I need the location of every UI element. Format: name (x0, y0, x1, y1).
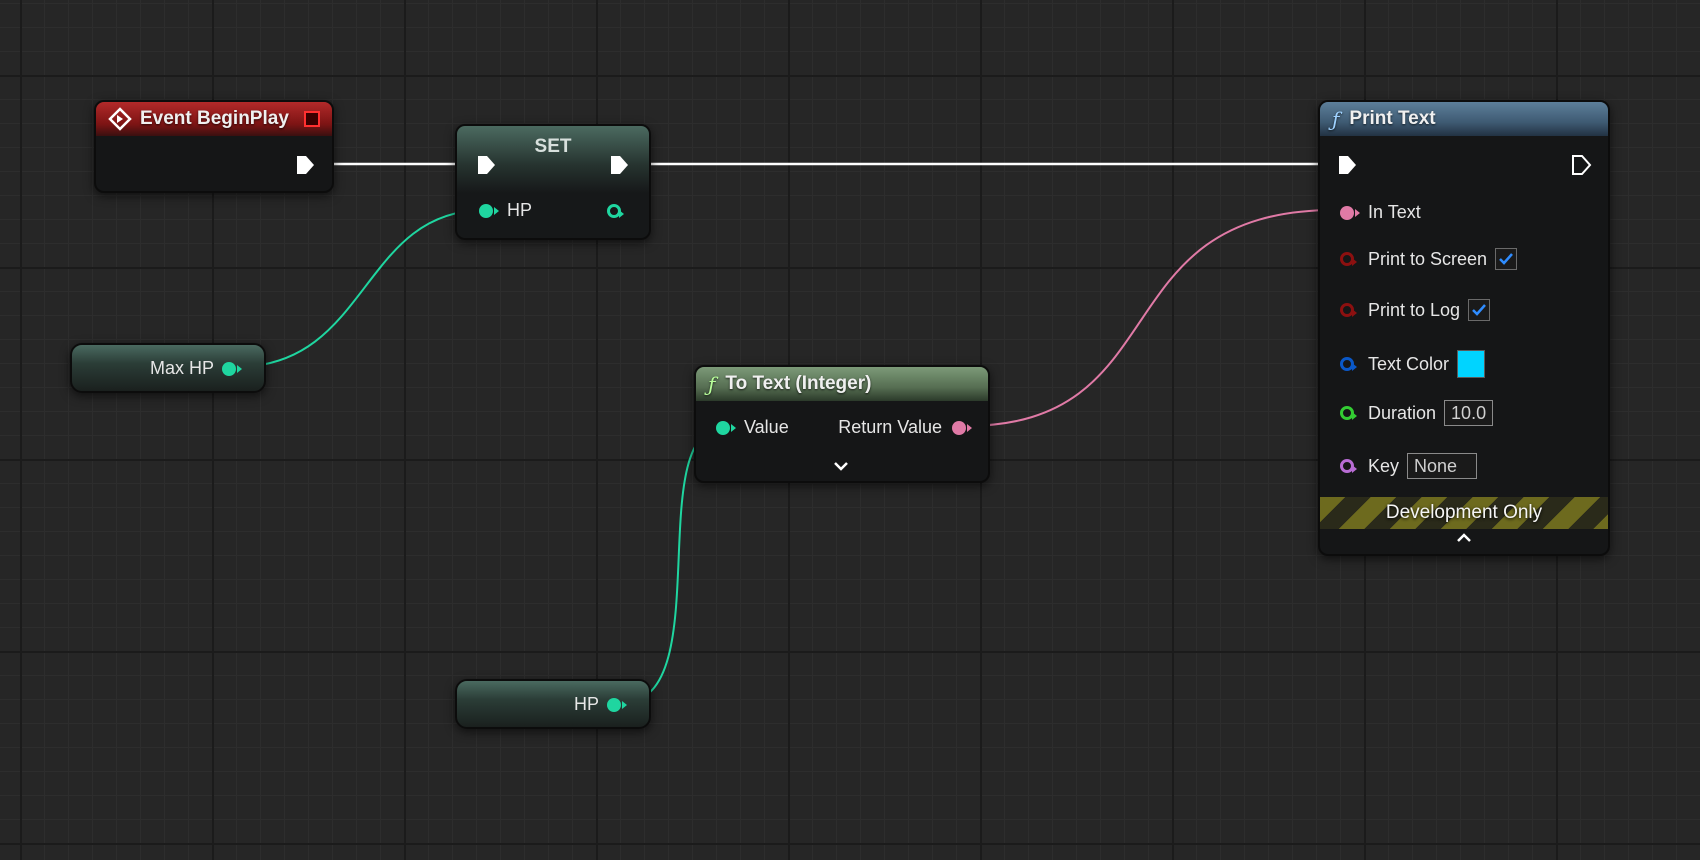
event-beginplay-header[interactable]: Event BeginPlay (96, 102, 332, 136)
to-text-header[interactable]: ƒ To Text (Integer) (696, 367, 988, 401)
key-pin[interactable] (1340, 459, 1357, 473)
function-icon: ƒ (708, 372, 716, 396)
text-color-swatch[interactable] (1457, 350, 1486, 378)
chevron-down-icon[interactable] (832, 460, 850, 472)
hp-getter-node[interactable]: HP (455, 679, 651, 729)
max-hp-getter-node[interactable]: Max HP (70, 343, 266, 393)
to-text-return-label: Return Value (838, 417, 942, 437)
set-hp-out-pin[interactable] (607, 204, 624, 218)
duration-input[interactable]: 10.0 (1444, 400, 1494, 426)
max-hp-label: Max HP (149, 358, 214, 378)
key-label: Key (1368, 455, 1400, 476)
function-icon: ƒ (1332, 107, 1340, 131)
checkmark-icon (1499, 253, 1513, 265)
duration-label: Duration (1368, 402, 1437, 423)
int-wire-maxhp-set (235, 209, 486, 368)
max-hp-out-pin[interactable] (222, 361, 242, 376)
print-to-log-label: Print to Log (1368, 299, 1461, 320)
text-color-label: Text Color (1368, 353, 1450, 374)
checkmark-icon (1472, 304, 1486, 316)
to-text-integer-node[interactable]: ƒ To Text (Integer) Value Return Value (694, 365, 990, 483)
print-to-screen-pin[interactable] (1340, 252, 1357, 266)
set-hp-label: HP (507, 200, 533, 220)
text-wire-totext-print (964, 209, 1336, 427)
key-input[interactable]: None (1407, 453, 1478, 479)
event-beginplay-title: Event BeginPlay (140, 108, 289, 129)
development-only-banner: Development Only (1320, 497, 1608, 529)
print-in-text-pin[interactable] (1340, 205, 1360, 220)
hp-getter-label: HP (573, 694, 599, 714)
print-to-log-checkbox[interactable] (1468, 299, 1491, 321)
hp-getter-out-pin[interactable] (607, 697, 627, 712)
event-icon (108, 107, 132, 131)
print-text-header[interactable]: ƒ Print Text (1320, 102, 1608, 136)
to-text-value-label: Value (744, 417, 789, 437)
exec-out-pin[interactable] (294, 154, 316, 176)
print-exec-out-pin[interactable] (1570, 154, 1592, 176)
print-exec-in-pin[interactable] (1336, 154, 1358, 176)
print-text-title: Print Text (1349, 108, 1436, 129)
print-to-screen-checkbox[interactable] (1495, 248, 1518, 270)
event-beginplay-node[interactable]: Event BeginPlay (94, 100, 334, 193)
print-to-log-pin[interactable] (1340, 303, 1357, 317)
print-to-screen-label: Print to Screen (1368, 248, 1488, 269)
to-text-value-in-pin[interactable] (716, 420, 736, 435)
to-text-title: To Text (Integer) (725, 373, 872, 394)
print-text-node[interactable]: ƒ Print Text In Text Print to Screen Pri… (1318, 100, 1610, 556)
development-only-label: Development Only (1385, 502, 1543, 523)
chevron-up-icon[interactable] (1455, 532, 1473, 544)
duration-pin[interactable] (1340, 406, 1357, 420)
set-hp-in-pin[interactable] (479, 203, 499, 218)
set-exec-in-pin[interactable] (475, 154, 497, 176)
text-color-pin[interactable] (1340, 357, 1357, 371)
to-text-return-out-pin[interactable] (952, 420, 972, 435)
delegate-pin-icon[interactable] (304, 111, 320, 127)
set-exec-out-pin[interactable] (608, 154, 630, 176)
print-in-text-label: In Text (1368, 202, 1421, 222)
set-node[interactable]: SET HP (455, 124, 651, 240)
